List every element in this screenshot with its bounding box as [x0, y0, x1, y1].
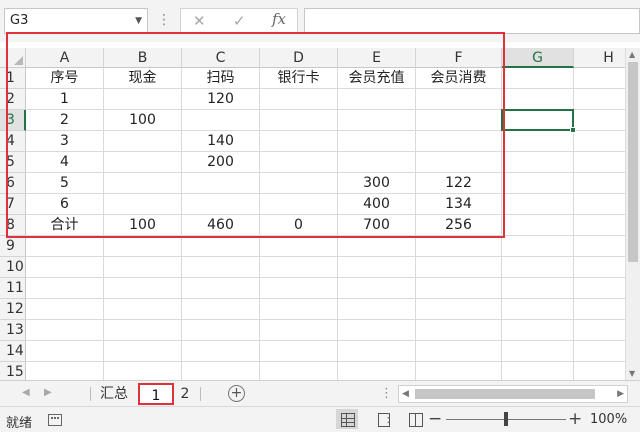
cell-d14[interactable] [260, 341, 338, 362]
formula-input[interactable] [304, 8, 640, 34]
vertical-scrollbar[interactable]: ▲ ▼ [625, 48, 640, 380]
tab-separator [200, 387, 201, 401]
cell-g8[interactable] [502, 215, 574, 236]
cell-c10[interactable] [182, 257, 260, 278]
excel-window: G3 ▼ ⋮ ✕ ✓ fx A B C D E F G H 1 序号 现金 扫码 银行卡 会员充值 会员消费… [0, 0, 640, 432]
zoom-slider-thumb[interactable] [504, 412, 508, 426]
annotation-highlight-box [6, 32, 505, 238]
cell-g2[interactable] [502, 89, 574, 110]
cell-g12[interactable] [502, 299, 574, 320]
cell-c13[interactable] [182, 320, 260, 341]
scroll-down-icon[interactable]: ▼ [629, 369, 635, 378]
cell-g5[interactable] [502, 152, 574, 173]
cell-a13[interactable] [26, 320, 104, 341]
sheet-tab-3[interactable]: 2 [174, 383, 196, 405]
macro-record-icon[interactable] [48, 414, 62, 426]
row-header-14[interactable]: 14 [0, 341, 26, 362]
normal-view-icon[interactable] [336, 409, 358, 429]
cell-e13[interactable] [338, 320, 416, 341]
tab-separator [90, 387, 91, 401]
sheet-tab-2[interactable]: 1 [138, 383, 174, 405]
column-header-g[interactable]: G [502, 48, 574, 68]
cell-c14[interactable] [182, 341, 260, 362]
cancel-icon[interactable]: ✕ [193, 12, 206, 30]
cell-g14[interactable] [502, 341, 574, 362]
cell-a10[interactable] [26, 257, 104, 278]
cell-c9[interactable] [182, 236, 260, 257]
cell-c12[interactable] [182, 299, 260, 320]
cell-f9[interactable] [416, 236, 502, 257]
sheet-tab-1[interactable]: 汇总 [92, 383, 136, 405]
cell-g1[interactable] [502, 68, 574, 89]
cell-g13[interactable] [502, 320, 574, 341]
cell-a9[interactable] [26, 236, 104, 257]
chevron-down-icon[interactable]: ▼ [135, 9, 142, 33]
cell-a11[interactable] [26, 278, 104, 299]
cell-g11[interactable] [502, 278, 574, 299]
scroll-up-icon[interactable]: ▲ [629, 50, 635, 59]
cell-d10[interactable] [260, 257, 338, 278]
scroll-left-icon[interactable]: ◀ [402, 389, 409, 399]
cell-f14[interactable] [416, 341, 502, 362]
cell-e11[interactable] [338, 278, 416, 299]
scroll-right-icon[interactable]: ▶ [617, 389, 624, 399]
cell-d12[interactable] [260, 299, 338, 320]
cell-e12[interactable] [338, 299, 416, 320]
ready-status: 就绪 [6, 416, 33, 431]
sheet-tab-bar: ◀ ▶ + ⋮ ◀ ▶ 汇总 1 2 [0, 380, 640, 406]
row-header-9[interactable]: 9 [0, 236, 26, 257]
cell-f12[interactable] [416, 299, 502, 320]
more-options-icon[interactable]: ⋮ [157, 10, 171, 30]
cell-g9[interactable] [502, 236, 574, 257]
cell-d9[interactable] [260, 236, 338, 257]
more-options-icon[interactable]: ⋮ [380, 386, 393, 401]
row-header-10[interactable]: 10 [0, 257, 26, 278]
horizontal-scroll-thumb[interactable] [415, 389, 595, 399]
cell-g6[interactable] [502, 173, 574, 194]
active-cell-selection[interactable] [501, 109, 576, 133]
cell-g10[interactable] [502, 257, 574, 278]
row-header-11[interactable]: 11 [0, 278, 26, 299]
cell-g7[interactable] [502, 194, 574, 215]
row-header-13[interactable]: 13 [0, 320, 26, 341]
insert-function-icon[interactable]: fx [272, 10, 286, 28]
cell-f10[interactable] [416, 257, 502, 278]
cell-g4[interactable] [502, 131, 574, 152]
cell-c11[interactable] [182, 278, 260, 299]
zoom-out-button[interactable]: − [428, 409, 442, 429]
cell-d11[interactable] [260, 278, 338, 299]
fill-handle[interactable] [570, 127, 576, 133]
name-box[interactable]: G3 ▼ [4, 8, 148, 34]
more-options-icon[interactable]: ⋮ [382, 411, 395, 426]
cell-b12[interactable] [104, 299, 182, 320]
zoom-in-button[interactable]: + [568, 409, 582, 429]
zoom-level[interactable]: 100% [590, 412, 627, 427]
cell-f13[interactable] [416, 320, 502, 341]
cell-a12[interactable] [26, 299, 104, 320]
add-sheet-button[interactable]: + [228, 385, 245, 402]
cell-e10[interactable] [338, 257, 416, 278]
cell-b9[interactable] [104, 236, 182, 257]
enter-icon[interactable]: ✓ [233, 12, 246, 30]
name-box-value: G3 [10, 13, 29, 28]
vertical-scroll-thumb[interactable] [628, 62, 638, 262]
next-sheet-icon[interactable]: ▶ [44, 387, 52, 398]
row-header-12[interactable]: 12 [0, 299, 26, 320]
cell-d13[interactable] [260, 320, 338, 341]
cell-b11[interactable] [104, 278, 182, 299]
cell-e14[interactable] [338, 341, 416, 362]
cell-f11[interactable] [416, 278, 502, 299]
cell-a14[interactable] [26, 341, 104, 362]
cell-b14[interactable] [104, 341, 182, 362]
page-break-view-icon[interactable] [404, 409, 426, 429]
cell-e9[interactable] [338, 236, 416, 257]
previous-sheet-icon[interactable]: ◀ [22, 387, 30, 398]
cell-b10[interactable] [104, 257, 182, 278]
status-bar: 就绪 ⋮ − + 100% [0, 406, 640, 432]
cell-b13[interactable] [104, 320, 182, 341]
horizontal-scrollbar[interactable]: ◀ ▶ [398, 385, 628, 403]
